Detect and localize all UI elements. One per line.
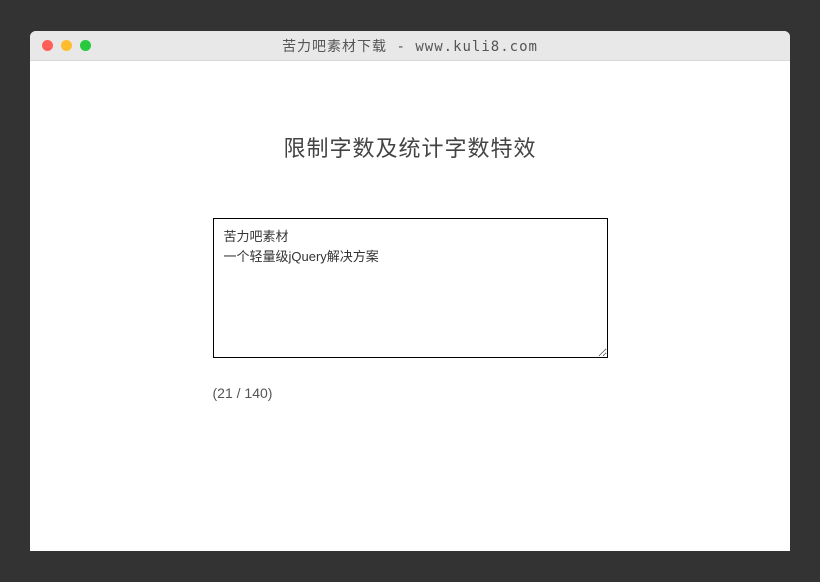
content-area: 限制字数及统计字数特效 (21 / 140): [30, 61, 790, 551]
char-counter: (21 / 140): [213, 385, 608, 401]
titlebar: 苦力吧素材下载 - www.kuli8.com: [30, 31, 790, 61]
char-limit-textarea[interactable]: [213, 218, 608, 358]
page-title: 限制字数及统计字数特效: [283, 131, 536, 163]
textarea-container: (21 / 140): [213, 218, 608, 401]
window-controls: [30, 40, 91, 51]
app-window: 苦力吧素材下载 - www.kuli8.com 限制字数及统计字数特效 (21 …: [30, 31, 790, 551]
maximize-icon[interactable]: [80, 40, 91, 51]
window-title: 苦力吧素材下载 - www.kuli8.com: [30, 36, 790, 56]
minimize-icon[interactable]: [61, 40, 72, 51]
close-icon[interactable]: [42, 40, 53, 51]
